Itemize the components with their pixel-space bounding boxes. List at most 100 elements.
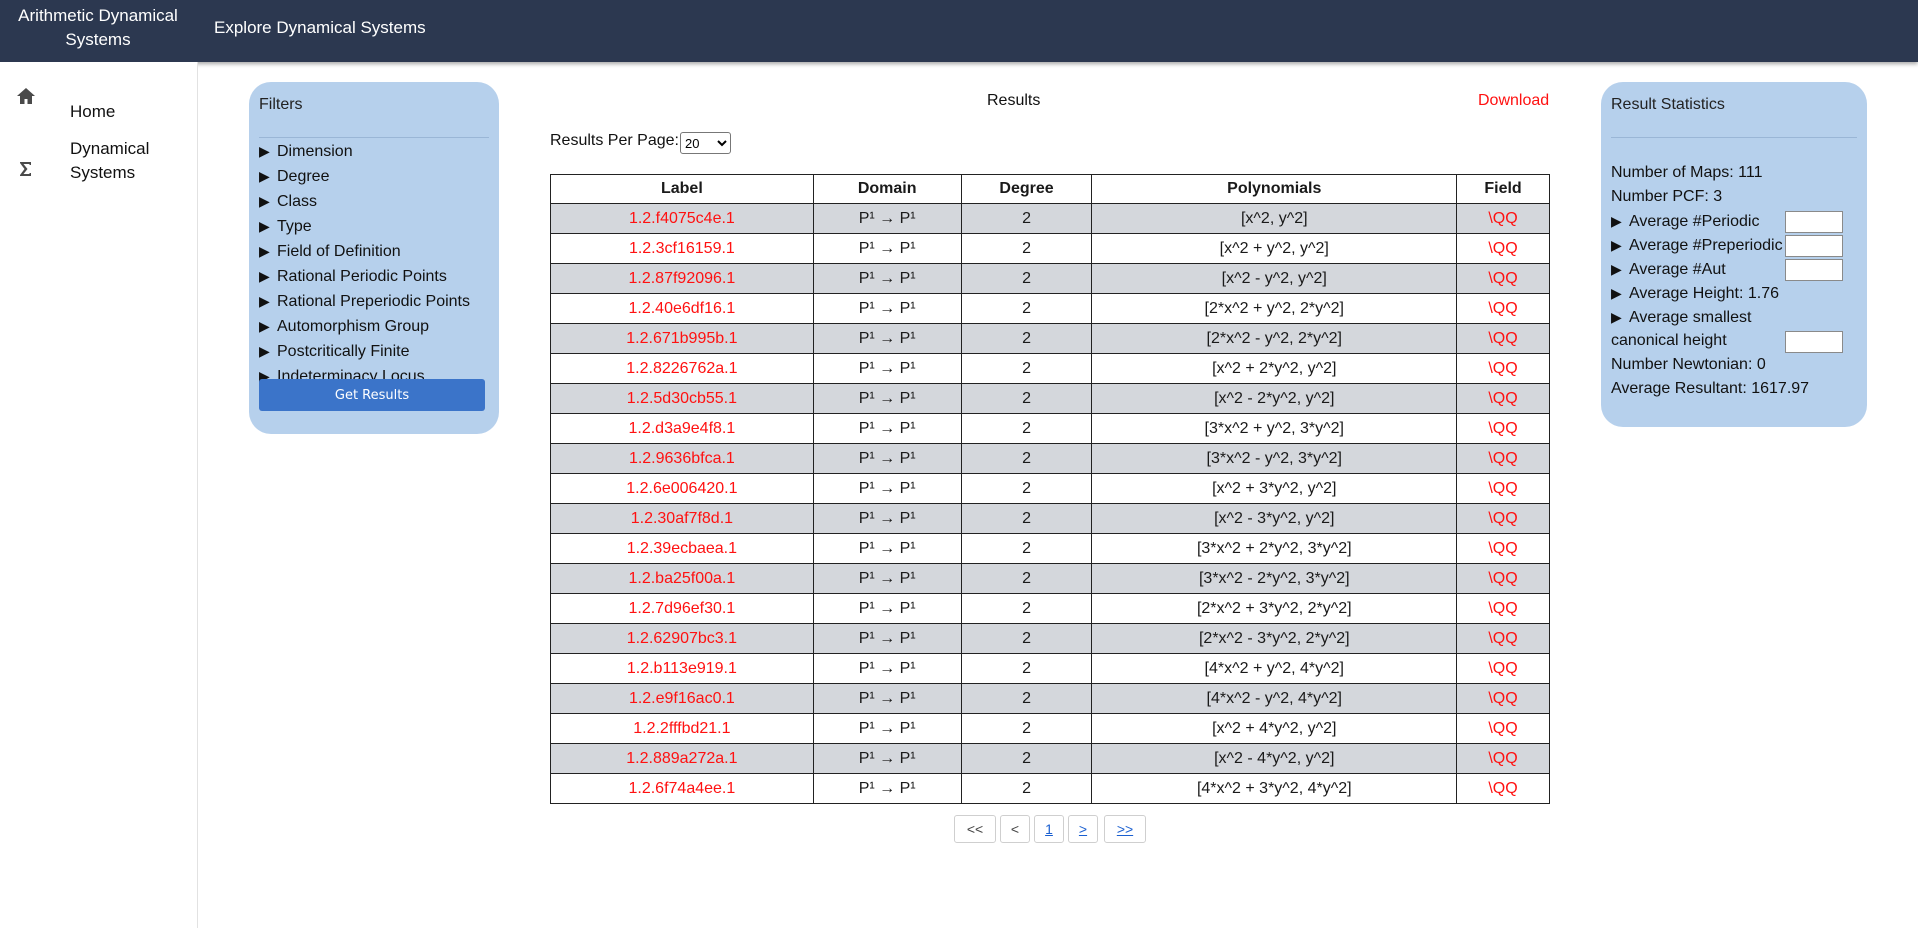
cell-label-text[interactable]: 1.2.d3a9e4f8.1: [628, 420, 735, 437]
cell-label-text[interactable]: 1.2.2fffbd21.1: [633, 720, 730, 737]
cell-field-text[interactable]: \QQ: [1488, 720, 1517, 737]
cell-field[interactable]: \QQ: [1456, 683, 1550, 714]
cell-label-text[interactable]: 1.2.30af7f8d.1: [631, 510, 733, 527]
page-1-link[interactable]: 1: [1034, 815, 1064, 843]
filter-field-of-definition[interactable]: ▶ Field of Definition: [259, 239, 495, 264]
average-smallest-canonical-height-field[interactable]: [1785, 331, 1843, 353]
download-link[interactable]: Download: [1478, 92, 1549, 110]
cell-label-text[interactable]: 1.2.40e6df16.1: [628, 300, 735, 317]
cell-label-text[interactable]: 1.2.6f74a4ee.1: [628, 780, 735, 797]
cell-field[interactable]: \QQ: [1456, 653, 1550, 684]
cell-field-text[interactable]: \QQ: [1488, 300, 1517, 317]
cell-field-text[interactable]: \QQ: [1488, 330, 1517, 347]
first-page-button[interactable]: <<: [954, 815, 996, 843]
filter-automorphism-group[interactable]: ▶ Automorphism Group: [259, 314, 495, 339]
filter-dimension[interactable]: ▶ Dimension: [259, 139, 495, 164]
cell-field-text[interactable]: \QQ: [1488, 540, 1517, 557]
filter-rational-preperiodic-points[interactable]: ▶ Rational Preperiodic Points: [259, 289, 495, 314]
filter-class[interactable]: ▶ Class: [259, 189, 495, 214]
cell-label-text[interactable]: 1.2.7d96ef30.1: [628, 600, 735, 617]
cell-label[interactable]: 1.2.39ecbaea.1: [550, 533, 814, 564]
stat-average-height[interactable]: ▶ Average Height: 1.76: [1611, 281, 1779, 306]
cell-label-text[interactable]: 1.2.671b995b.1: [626, 330, 737, 347]
cell-label-text[interactable]: 1.2.f4075c4e.1: [629, 210, 735, 227]
results-per-page-select[interactable]: 20: [680, 132, 731, 154]
cell-label[interactable]: 1.2.e9f16ac0.1: [550, 683, 814, 714]
cell-field[interactable]: \QQ: [1456, 383, 1550, 414]
cell-label-text[interactable]: 1.2.889a272a.1: [626, 750, 737, 767]
cell-label[interactable]: 1.2.30af7f8d.1: [550, 503, 814, 534]
cell-field[interactable]: \QQ: [1456, 593, 1550, 624]
cell-field-text[interactable]: \QQ: [1488, 690, 1517, 707]
cell-label-text[interactable]: 1.2.62907bc3.1: [627, 630, 737, 647]
cell-field-text[interactable]: \QQ: [1488, 750, 1517, 767]
cell-field[interactable]: \QQ: [1456, 353, 1550, 384]
cell-label[interactable]: 1.2.d3a9e4f8.1: [550, 413, 814, 444]
cell-label-text[interactable]: 1.2.ba25f00a.1: [628, 570, 735, 587]
sidebar-item-home[interactable]: Home: [0, 82, 196, 121]
filter-rational-periodic-points[interactable]: ▶ Rational Periodic Points: [259, 264, 495, 289]
cell-label[interactable]: 1.2.62907bc3.1: [550, 623, 814, 654]
cell-label[interactable]: 1.2.b113e919.1: [550, 653, 814, 684]
filter-postcritically-finite[interactable]: ▶ Postcritically Finite: [259, 339, 495, 364]
cell-field[interactable]: \QQ: [1456, 323, 1550, 354]
average-aut-field[interactable]: [1785, 259, 1843, 281]
cell-label-text[interactable]: 1.2.b113e919.1: [627, 660, 737, 677]
cell-field[interactable]: \QQ: [1456, 563, 1550, 594]
sidebar-item-dynamical-systems[interactable]: Dynamical Systems: [0, 137, 196, 189]
filter-type[interactable]: ▶ Type: [259, 214, 495, 239]
stat-average-smallest-canonical-height[interactable]: ▶ Average smallest: [1611, 305, 1751, 330]
cell-field[interactable]: \QQ: [1456, 263, 1550, 294]
cell-field-text[interactable]: \QQ: [1488, 570, 1517, 587]
cell-label-text[interactable]: 1.2.39ecbaea.1: [627, 540, 737, 557]
cell-label-text[interactable]: 1.2.6e006420.1: [626, 480, 737, 497]
cell-label[interactable]: 1.2.8226762a.1: [550, 353, 814, 384]
average-preperiodic-field[interactable]: [1785, 235, 1843, 257]
last-page-button[interactable]: >>: [1104, 815, 1146, 843]
cell-label[interactable]: 1.2.87f92096.1: [550, 263, 814, 294]
cell-field-text[interactable]: \QQ: [1488, 450, 1517, 467]
get-results-button[interactable]: Get Results: [259, 379, 485, 411]
cell-label-text[interactable]: 1.2.9636bfca.1: [629, 450, 735, 467]
cell-label-text[interactable]: 1.2.87f92096.1: [628, 270, 735, 287]
cell-label[interactable]: 1.2.9636bfca.1: [550, 443, 814, 474]
cell-field[interactable]: \QQ: [1456, 233, 1550, 264]
cell-field-text[interactable]: \QQ: [1488, 630, 1517, 647]
cell-label-text[interactable]: 1.2.5d30cb55.1: [627, 390, 737, 407]
cell-field-text[interactable]: \QQ: [1488, 600, 1517, 617]
stat-average-aut[interactable]: ▶ Average #Aut: [1611, 257, 1726, 282]
cell-field-text[interactable]: \QQ: [1488, 510, 1517, 527]
nav-explore-link[interactable]: Explore Dynamical Systems: [214, 16, 426, 40]
cell-field-text[interactable]: \QQ: [1488, 270, 1517, 287]
cell-field-text[interactable]: \QQ: [1488, 480, 1517, 497]
cell-label[interactable]: 1.2.ba25f00a.1: [550, 563, 814, 594]
cell-label[interactable]: 1.2.6e006420.1: [550, 473, 814, 504]
cell-field[interactable]: \QQ: [1456, 203, 1550, 234]
cell-label[interactable]: 1.2.40e6df16.1: [550, 293, 814, 324]
cell-label[interactable]: 1.2.3cf16159.1: [550, 233, 814, 264]
cell-field-text[interactable]: \QQ: [1488, 210, 1517, 227]
cell-field[interactable]: \QQ: [1456, 533, 1550, 564]
cell-label[interactable]: 1.2.6f74a4ee.1: [550, 773, 814, 804]
brand-logo-text[interactable]: Arithmetic Dynamical Systems: [0, 4, 196, 52]
cell-field[interactable]: \QQ: [1456, 503, 1550, 534]
cell-label-text[interactable]: 1.2.e9f16ac0.1: [629, 690, 735, 707]
cell-field[interactable]: \QQ: [1456, 773, 1550, 804]
cell-label[interactable]: 1.2.f4075c4e.1: [550, 203, 814, 234]
cell-label[interactable]: 1.2.7d96ef30.1: [550, 593, 814, 624]
cell-field-text[interactable]: \QQ: [1488, 390, 1517, 407]
cell-field-text[interactable]: \QQ: [1488, 240, 1517, 257]
cell-label[interactable]: 1.2.671b995b.1: [550, 323, 814, 354]
cell-label-text[interactable]: 1.2.3cf16159.1: [629, 240, 735, 257]
cell-field[interactable]: \QQ: [1456, 623, 1550, 654]
cell-field-text[interactable]: \QQ: [1488, 360, 1517, 377]
cell-field[interactable]: \QQ: [1456, 743, 1550, 774]
cell-label-text[interactable]: 1.2.8226762a.1: [626, 360, 737, 377]
cell-field-text[interactable]: \QQ: [1488, 420, 1517, 437]
cell-field-text[interactable]: \QQ: [1488, 780, 1517, 797]
cell-field[interactable]: \QQ: [1456, 413, 1550, 444]
next-page-button[interactable]: >: [1068, 815, 1098, 843]
cell-field[interactable]: \QQ: [1456, 473, 1550, 504]
cell-label[interactable]: 1.2.889a272a.1: [550, 743, 814, 774]
cell-field[interactable]: \QQ: [1456, 443, 1550, 474]
